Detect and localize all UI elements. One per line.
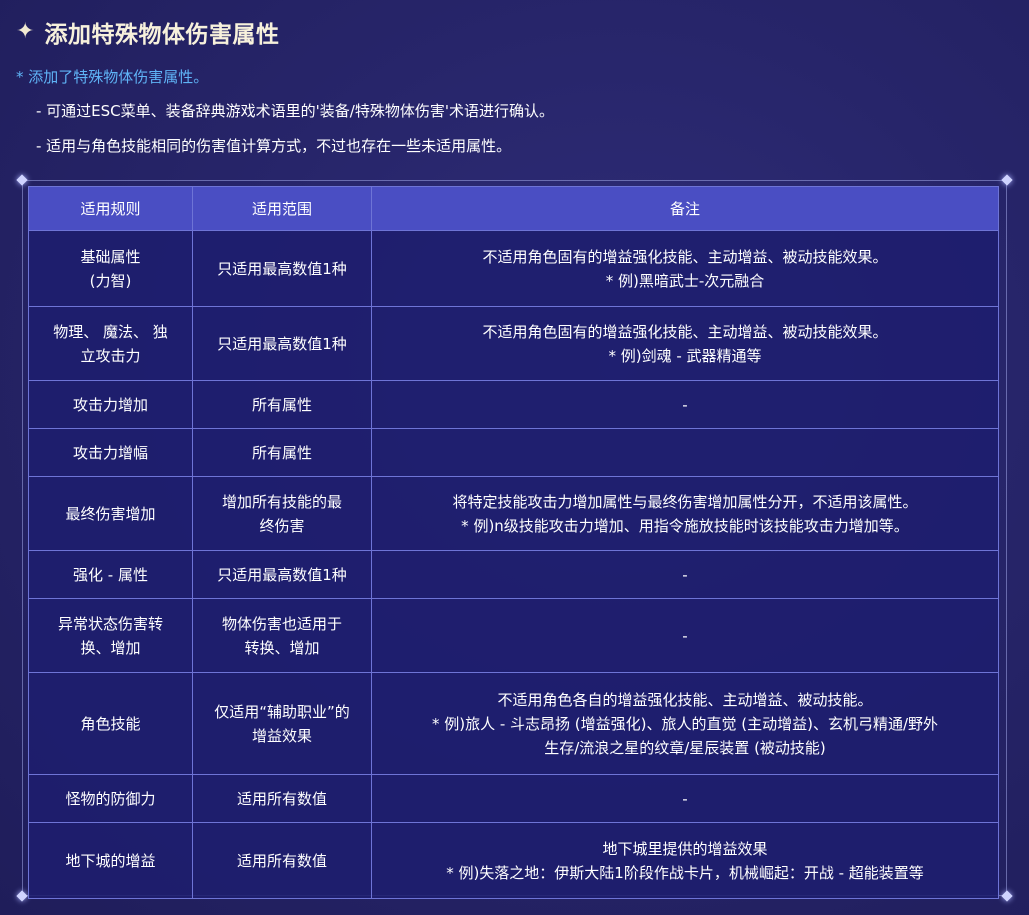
- cell-text: (力智): [89, 271, 132, 290]
- frame-corner-ornament: [1001, 174, 1013, 186]
- cell-text: 物体伤害也适用于: [221, 614, 342, 633]
- remark-cell: 地下城里提供的增益效果 * 例)失落之地：伊斯大陆1阶段作战卡片，机械崛起：开战 …: [371, 822, 999, 899]
- rule-cell: 怪物的防御力: [28, 774, 193, 823]
- cell-text: 只适用最高数值1种: [217, 565, 347, 584]
- cell-text: -: [682, 565, 688, 584]
- scope-cell: 只适用最高数值1种: [192, 550, 372, 599]
- column-header-rule: 适用规则: [28, 186, 193, 231]
- cell-text: -: [682, 395, 688, 414]
- cell-text: 换、增加: [80, 638, 141, 657]
- scope-cell: 所有属性: [192, 428, 372, 477]
- remark-cell: -: [371, 550, 999, 599]
- cell-text: 不适用角色固有的增益强化技能、主动增益、被动技能效果。: [482, 322, 888, 341]
- cell-text: 转换、增加: [244, 638, 320, 657]
- table-row: 怪物的防御力 适用所有数值 -: [28, 774, 999, 823]
- cell-text: 怪物的防御力: [65, 789, 156, 808]
- cell-text: 攻击力增加: [72, 395, 148, 414]
- remark-cell: -: [371, 598, 999, 673]
- table-row: 最终伤害增加 增加所有技能的最 终伤害 将特定技能攻击力增加属性与最终伤害增加属性分开…: [28, 476, 999, 551]
- cell-text: * 例)n级技能攻击力增加、用指令施放技能时该技能攻击力增加等。: [461, 516, 909, 535]
- remark-cell: 不适用角色固有的增益强化技能、主动增益、被动技能效果。 * 例)剑魂 - 武器精通…: [371, 306, 999, 381]
- cell-text: 地下城的增益: [65, 851, 156, 870]
- cell-text: 攻击力增幅: [72, 443, 148, 462]
- cell-text: -: [682, 789, 688, 808]
- table-row: 攻击力增幅 所有属性: [28, 428, 999, 477]
- frame-corner-ornament: [16, 890, 28, 902]
- cell-text: 将特定技能攻击力增加属性与最终伤害增加属性分开，不适用该属性。: [452, 492, 918, 511]
- table-row: 攻击力增加 所有属性 -: [28, 380, 999, 429]
- table-row: 基础属性 (力智) 只适用最高数值1种 不适用角色固有的增益强化技能、主动增益、被动技…: [28, 230, 999, 307]
- cell-text: 最终伤害增加: [65, 504, 156, 523]
- cell-text: 立攻击力: [80, 346, 141, 365]
- page-header: ✦ 添加特殊物体伤害属性: [16, 12, 279, 52]
- cell-text: 终伤害: [259, 516, 305, 535]
- rule-cell: 物理、 魔法、 独立攻击力: [28, 306, 193, 381]
- update-note-detail: - 可通过ESC菜单、装备辞典游戏术语里的'装备/特殊物体伤害'术语进行确认。: [36, 102, 554, 120]
- table-row: 强化 - 属性 只适用最高数值1种 -: [28, 550, 999, 599]
- damage-rules-table: 适用规则 适用范围 备注 基础属性 (力智) 只适用最高数值1种 不适用角色固有的增益…: [28, 186, 999, 899]
- scope-cell: 适用所有数值: [192, 774, 372, 823]
- cell-text: 不适用角色各自的增益强化技能、主动增益、被动技能。: [497, 690, 873, 709]
- cell-text: 角色技能: [80, 714, 141, 733]
- cell-text: 增加所有技能的最: [221, 492, 342, 511]
- rule-cell: 基础属性 (力智): [28, 230, 193, 307]
- remark-cell: 将特定技能攻击力增加属性与最终伤害增加属性分开，不适用该属性。 * 例)n级技能攻…: [371, 476, 999, 551]
- cell-text: 不适用角色固有的增益强化技能、主动增益、被动技能效果。: [482, 247, 888, 266]
- table-row: 异常状态伤害转 换、增加 物体伤害也适用于 转换、增加 -: [28, 598, 999, 673]
- table-row: 角色技能 仅适用“辅助职业”的 增益效果 不适用角色各自的增益强化技能、主动增益、被动…: [28, 672, 999, 775]
- column-header-scope: 适用范围: [192, 186, 372, 231]
- cell-text: 所有属性: [251, 443, 312, 462]
- cell-text: 异常状态伤害转: [57, 614, 163, 633]
- rule-cell: 攻击力增加: [28, 380, 193, 429]
- frame-corner-ornament: [1001, 890, 1013, 902]
- cell-text: 只适用最高数值1种: [217, 259, 347, 278]
- cell-text: 强化 - 属性: [73, 565, 148, 584]
- rule-cell: 异常状态伤害转 换、增加: [28, 598, 193, 673]
- cell-text: 适用所有数值: [236, 851, 327, 870]
- update-note: * 添加了特殊物体伤害属性。: [16, 68, 209, 86]
- cell-text: 物理、 魔法、 独: [53, 322, 168, 341]
- rule-cell: 最终伤害增加: [28, 476, 193, 551]
- scope-cell: 适用所有数值: [192, 822, 372, 899]
- remark-cell: -: [371, 380, 999, 429]
- table-row: 物理、 魔法、 独立攻击力 只适用最高数值1种 不适用角色固有的增益强化技能、主动增…: [28, 306, 999, 381]
- cell-text: 增益效果: [251, 726, 312, 745]
- column-header-remark: 备注: [371, 186, 999, 231]
- remark-cell: [371, 428, 999, 477]
- rule-cell: 角色技能: [28, 672, 193, 775]
- update-note-detail: - 适用与角色技能相同的伤害值计算方式，不过也存在一些未适用属性。: [36, 137, 512, 155]
- scope-cell: 所有属性: [192, 380, 372, 429]
- rule-cell: 地下城的增益: [28, 822, 193, 899]
- remark-cell: -: [371, 774, 999, 823]
- remark-cell: 不适用角色固有的增益强化技能、主动增益、被动技能效果。 * 例)黑暗武士-次元融合: [371, 230, 999, 307]
- scope-cell: 仅适用“辅助职业”的 增益效果: [192, 672, 372, 775]
- cell-text: 仅适用“辅助职业”的: [214, 702, 350, 721]
- cell-text: * 例)失落之地：伊斯大陆1阶段作战卡片，机械崛起：开战 - 超能装置等: [446, 863, 924, 882]
- cell-text: * 例)黑暗武士-次元融合: [605, 271, 765, 290]
- cell-text: 只适用最高数值1种: [217, 334, 347, 353]
- cell-text: 适用所有数值: [236, 789, 327, 808]
- rule-cell: 攻击力增幅: [28, 428, 193, 477]
- frame-corner-ornament: [16, 174, 28, 186]
- sparkle-star-icon: ✦: [16, 19, 35, 44]
- scope-cell: 物体伤害也适用于 转换、增加: [192, 598, 372, 673]
- cell-text: * 例)剑魂 - 武器精通等: [608, 346, 762, 365]
- table-header-row: 适用规则 适用范围 备注: [28, 186, 999, 231]
- scope-cell: 增加所有技能的最 终伤害: [192, 476, 372, 551]
- cell-text: 生存/流浪之星的纹章/星辰装置 (被动技能): [544, 738, 826, 757]
- cell-text: 地下城里提供的增益效果: [602, 839, 768, 858]
- cell-text: -: [682, 626, 688, 645]
- cell-text: 基础属性: [80, 247, 141, 266]
- scope-cell: 只适用最高数值1种: [192, 230, 372, 307]
- page-title: 添加特殊物体伤害属性: [44, 22, 280, 48]
- cell-text: * 例)旅人 - 斗志昂扬 (增益强化)、旅人的直觉 (主动增益)、玄机弓精通/…: [431, 714, 939, 733]
- rule-cell: 强化 - 属性: [28, 550, 193, 599]
- table-row: 地下城的增益 适用所有数值 地下城里提供的增益效果 * 例)失落之地：伊斯大陆1阶段作…: [28, 822, 999, 899]
- remark-cell: 不适用角色各自的增益强化技能、主动增益、被动技能。 * 例)旅人 - 斗志昂扬 (…: [371, 672, 999, 775]
- scope-cell: 只适用最高数值1种: [192, 306, 372, 381]
- cell-text: 所有属性: [251, 395, 312, 414]
